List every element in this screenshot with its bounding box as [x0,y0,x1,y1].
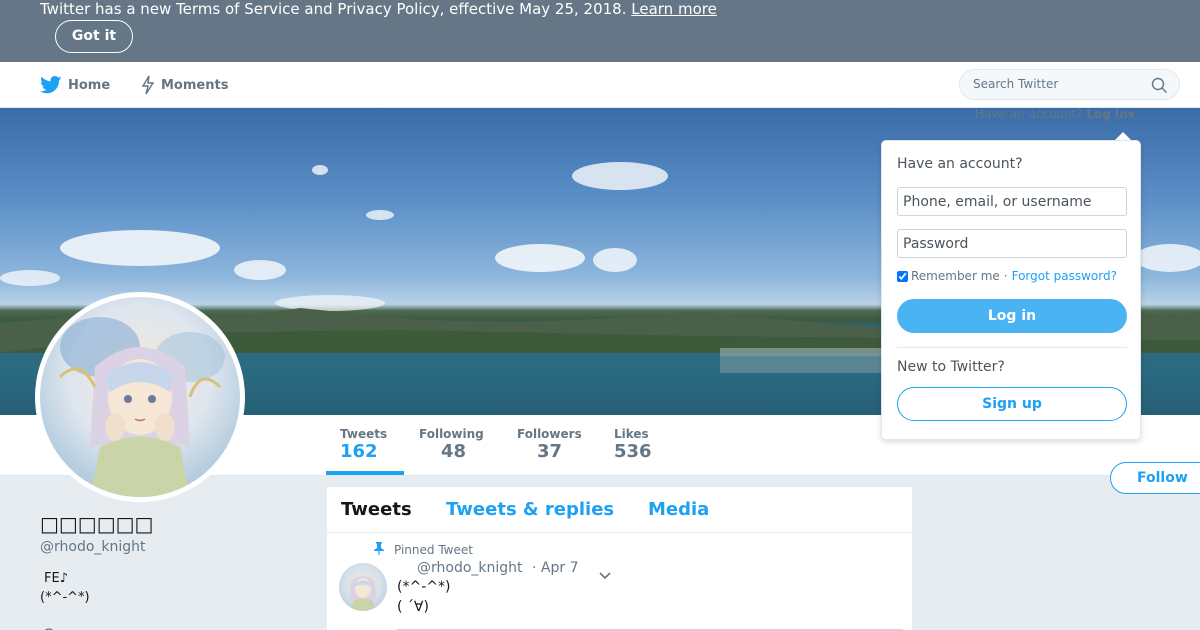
signup-button[interactable]: Sign up [897,387,1127,421]
forgot-password-link[interactable]: Forgot password? [1012,269,1117,283]
login-toggle[interactable]: Have an account? Log in▼ [975,107,1135,121]
password-field[interactable] [897,229,1127,258]
nav-home-label: Home [68,77,111,93]
separator-dot: · [1003,269,1008,283]
remember-me-label[interactable]: Remember me [911,269,1000,283]
tab-media[interactable]: Media [648,499,709,520]
tab-tweets[interactable]: Tweets [341,499,412,520]
stat-following[interactable]: Following 48 [419,427,484,463]
nav-home[interactable]: Home [40,62,110,108]
new-to-twitter-label: New to Twitter? [897,359,1005,375]
remember-row: Remember me · Forgot password? [897,269,1117,283]
login-toggle-prefix: Have an account? [975,107,1083,121]
tab-tweets-replies[interactable]: Tweets & replies [446,499,614,520]
remember-me-checkbox[interactable] [897,270,908,282]
twitter-bird-icon [40,76,62,94]
nav-moments-label: Moments [161,77,229,93]
tweet-avatar[interactable] [339,563,387,611]
got-it-button[interactable]: Got it [55,20,133,53]
lightning-icon [141,75,155,95]
username-field[interactable] [897,187,1127,216]
tos-message: Twitter has a new Terms of Service and P… [40,0,717,18]
profile-handle[interactable]: @rhodo_knight [40,539,146,555]
tweet-text-line: (*^-^*) [397,579,451,595]
pinned-tweet-context: Pinned Tweet [373,541,473,558]
divider [897,347,1127,348]
tos-text: Twitter has a new Terms of Service and P… [40,0,627,18]
profile-bio-line: FE♪ [44,571,68,586]
login-button[interactable]: Log in [897,299,1127,333]
caret-down-icon: ▼ [1127,111,1135,121]
profile-name[interactable]: □□□□□□ [40,512,153,536]
stat-label: Following [419,427,484,441]
location-icon [42,622,56,630]
tweet-text-line: ( ´∀) [397,599,429,615]
stat-label: Tweets [340,427,388,441]
tweet-author-handle[interactable]: @rhodo_knight [417,560,523,576]
pinned-label: Pinned Tweet [394,542,473,557]
stat-label: Followers [517,427,582,441]
stat-value: 48 [441,441,467,462]
stat-tweets[interactable]: Tweets 162 [340,427,387,463]
pin-icon [373,541,385,558]
profile-bio-line: (*^-^*) [40,590,90,605]
login-toggle-link[interactable]: Log in [1086,107,1127,121]
search-icon[interactable] [1151,77,1168,98]
stat-likes[interactable]: Likes 536 [614,427,652,463]
top-navigation: Home Moments Search Twitter [0,62,1200,108]
learn-more-link[interactable]: Learn more [631,0,717,18]
stat-label: Likes [614,427,649,441]
timeline: Tweets Tweets & replies Media Pinned Twe… [326,486,913,630]
search-input[interactable]: Search Twitter [959,69,1180,100]
tos-banner: Twitter has a new Terms of Service and P… [0,0,1200,62]
stat-value: 37 [537,441,563,462]
login-dropdown: Have an account? Remember me · Forgot pa… [881,140,1141,440]
nav-moments[interactable]: Moments [141,62,228,108]
follow-button[interactable]: Follow [1110,462,1200,494]
tweet-timestamp[interactable]: · Apr 7 [532,560,578,576]
active-stat-underline [326,471,404,475]
chevron-down-icon[interactable] [599,565,611,584]
stat-value: 162 [340,441,378,462]
profile-avatar[interactable] [35,292,245,502]
login-title: Have an account? [897,156,1023,172]
avatar-image [40,297,240,497]
search-placeholder: Search Twitter [973,77,1059,91]
stat-followers[interactable]: Followers 37 [517,427,582,463]
timeline-tabs: Tweets Tweets & replies Media [327,487,912,533]
stat-value: 536 [614,441,652,462]
